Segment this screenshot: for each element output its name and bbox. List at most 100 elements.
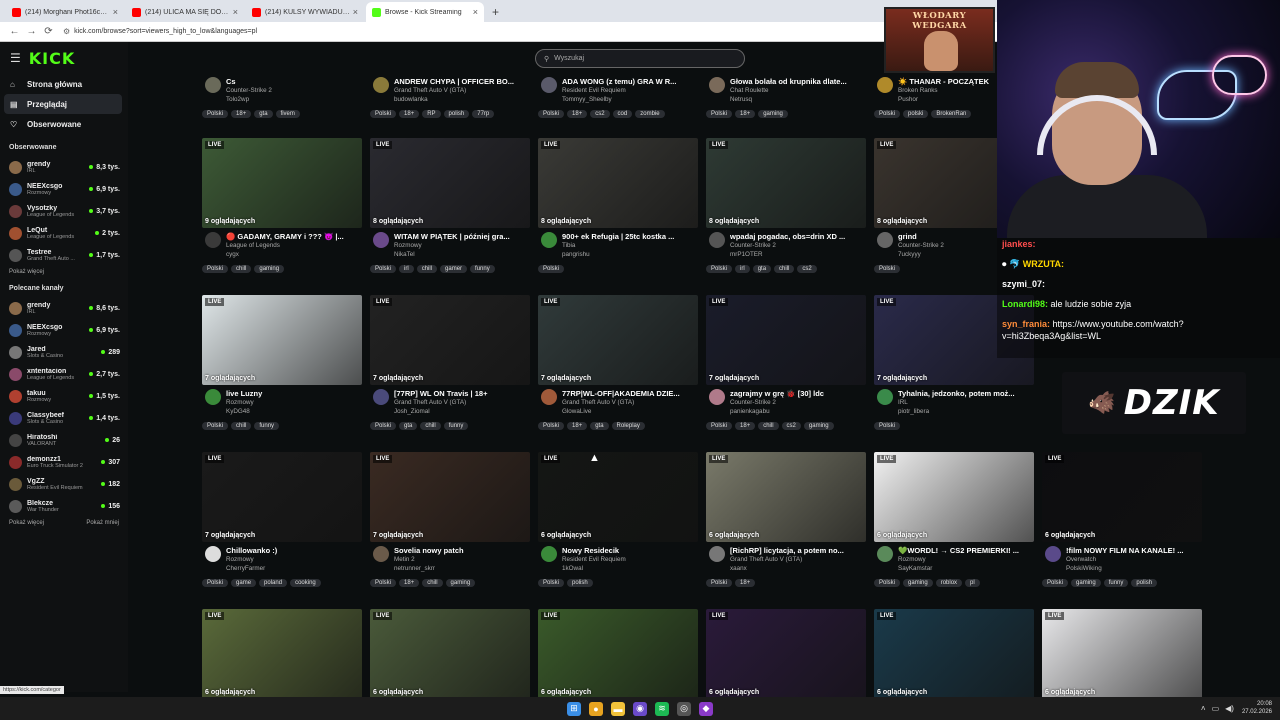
tag-chip[interactable]: Polski [370, 579, 397, 587]
stream-card[interactable]: LIVE 7 oglądających Sovelia nowy patch Meti… [370, 452, 530, 587]
close-icon[interactable]: × [473, 7, 478, 17]
tag-chip[interactable]: funny [470, 265, 495, 273]
channel-item[interactable]: takuu Rozmowy 1,5 tys. [0, 385, 128, 407]
close-icon[interactable]: × [113, 7, 118, 17]
tag-chip[interactable]: gaming [903, 579, 933, 587]
stream-title[interactable]: ANDREW CHYPA | OFFICER BO... [394, 77, 530, 87]
stream-card[interactable]: LIVE 7 oglądających 77RP|WL-OFF|AKADEMIA D… [538, 295, 698, 430]
chrome-icon[interactable]: ● [589, 701, 603, 716]
app-icon[interactable]: ◆ [699, 701, 713, 716]
stream-card[interactable]: ADA WONG (z temu) GRA W R... Resident Evi… [538, 73, 698, 118]
clock[interactable]: 20:08 27.02.2026 [1242, 700, 1272, 716]
tag-chip[interactable]: funny [254, 422, 280, 430]
stream-thumbnail[interactable]: LIVE 9 oglądających [202, 138, 362, 228]
stream-thumbnail[interactable]: LIVE 6 oglądających [1042, 609, 1202, 699]
stream-thumbnail[interactable]: LIVE 6 oglądających [1042, 452, 1202, 542]
channel-item[interactable]: Vysotzky League of Legends 3,7 tys. [0, 200, 128, 222]
stream-thumbnail[interactable]: LIVE 7 oglądających [202, 295, 362, 385]
avatar[interactable] [1045, 546, 1061, 562]
stream-card[interactable]: LIVE 8 oglądających wpadaj pogadac, obs=dr… [706, 138, 866, 273]
tag-chip[interactable]: cod [612, 110, 633, 118]
stream-username[interactable]: CherryFarmer [226, 565, 362, 574]
channel-item[interactable]: Hiratoshi VALORANT 26 [0, 429, 128, 451]
tag-chip[interactable]: gaming [445, 579, 476, 587]
tag-chip[interactable]: cs2 [797, 265, 817, 273]
tag-chip[interactable]: 77rp [472, 110, 495, 118]
tag-chip[interactable]: irl [399, 265, 414, 273]
tag-chip[interactable]: 18+ [399, 110, 420, 118]
stream-username[interactable]: Tommyy_Sheelby [562, 96, 698, 105]
site-info-icon[interactable]: ⚙ [63, 27, 70, 36]
tag-chip[interactable]: Polski [706, 579, 733, 587]
tag-chip[interactable]: cs2 [590, 110, 610, 118]
network-icon[interactable]: ▭ [1212, 704, 1220, 713]
tag-chip[interactable]: game [231, 579, 257, 587]
stream-category[interactable]: League of Legends [226, 242, 362, 251]
stream-username[interactable]: Josh_Ziomal [394, 408, 530, 417]
search-input[interactable]: ⚲ Wyszukaj [535, 49, 745, 68]
stream-title[interactable]: 🔴 GADAMY, GRAMY i ??? 😈 |... [226, 232, 362, 242]
stream-username[interactable]: budowlanka [394, 96, 530, 105]
tag-chip[interactable]: pl [965, 579, 980, 587]
avatar[interactable] [205, 232, 221, 248]
channel-item[interactable]: NEEXcsgo Rozmowy 6,9 tys. [0, 178, 128, 200]
stream-card[interactable]: LIVE 8 oglądających WITAM W PIĄTEK | późni… [370, 138, 530, 273]
stream-category[interactable]: Grand Theft Auto V (GTA) [730, 556, 866, 565]
tag-chip[interactable]: chill [231, 422, 252, 430]
stream-title[interactable]: 💚WORDL! → CS2 PREMIERKI! ... [898, 546, 1034, 556]
stream-title[interactable]: 900+ ek Refugia | 25tc kostka ... [562, 232, 698, 242]
avatar[interactable] [877, 77, 893, 93]
channel-item[interactable]: Jared Slots & Casino 289 [0, 341, 128, 363]
stream-username[interactable]: panienkagabu [730, 408, 866, 417]
tag-chip[interactable]: Polski [874, 110, 901, 118]
tag-chip[interactable]: Polski [706, 110, 733, 118]
chevron-up-icon[interactable]: ˄ [1201, 704, 1206, 713]
stream-card[interactable]: LIVE 6 oglądających !film NOWY FILM NA KAN… [1042, 452, 1202, 587]
stream-thumbnail[interactable]: LIVE 6 oglądających [538, 609, 698, 699]
stream-title[interactable]: [77RP] WL ON Travis | 18+ [394, 389, 530, 399]
menu-icon[interactable]: ☰ [10, 51, 21, 65]
recommended-show-more-link[interactable]: Pokaż więcej [9, 520, 44, 526]
stream-username[interactable]: 1kOwal [562, 565, 698, 574]
stream-username[interactable]: GlowaLive [562, 408, 698, 417]
tag-chip[interactable]: 18+ [735, 422, 756, 430]
menu-item-2[interactable]: ♡ Obserwowane [0, 114, 122, 134]
browser-tab[interactable]: (214) KULSY WYWIADU Z MA× [246, 2, 364, 22]
stream-card[interactable]: Cs Counter-Strike 2 Tolo2wp Polski 18+ gta fiv… [202, 73, 362, 118]
tag-chip[interactable]: Polski [874, 579, 901, 587]
stream-card[interactable]: LIVE 6 oglądających [370, 609, 530, 699]
avatar[interactable] [877, 232, 893, 248]
browser-tab[interactable]: (214) ULICA MA SIĘ DOBRZE ?× [126, 2, 244, 22]
tag-chip[interactable]: Polski [202, 265, 229, 273]
tag-chip[interactable]: 18+ [567, 422, 588, 430]
stream-thumbnail[interactable]: LIVE 8 oglądających [706, 138, 866, 228]
tag-chip[interactable]: chill [774, 265, 795, 273]
stream-card[interactable]: LIVE 6 oglądających Nowy Residecik Resident… [538, 452, 698, 587]
stream-title[interactable]: Tyhalnia, jedzonko, potem moż... [898, 389, 1034, 399]
stream-card[interactable]: ANDREW CHYPA | OFFICER BO... Grand Theft … [370, 73, 530, 118]
stream-category[interactable]: Rozmowy [226, 556, 362, 565]
stream-category[interactable]: Grand Theft Auto V (GTA) [394, 399, 530, 408]
tag-chip[interactable]: gta [399, 422, 418, 430]
tag-chip[interactable]: gaming [1071, 579, 1101, 587]
obs-icon[interactable]: ◎ [677, 701, 691, 716]
avatar[interactable] [877, 389, 893, 405]
stream-username[interactable]: KyDG48 [226, 408, 362, 417]
tag-chip[interactable]: 18+ [399, 579, 420, 587]
tag-chip[interactable]: irl [735, 265, 750, 273]
tag-chip[interactable]: cooking [290, 579, 321, 587]
volume-icon[interactable]: ◀) [1225, 704, 1234, 713]
channel-item[interactable]: xntentacion League of Legends 2,7 tys. [0, 363, 128, 385]
kick-logo[interactable]: KICK [29, 49, 76, 68]
menu-item-1[interactable]: ▤ Przeglądaj [4, 94, 122, 114]
stream-card[interactable]: LIVE 6 oglądających [202, 609, 362, 699]
tag-chip[interactable]: 18+ [735, 110, 756, 118]
stream-title[interactable]: live Luzny [226, 389, 362, 399]
avatar[interactable] [373, 232, 389, 248]
stream-thumbnail[interactable]: LIVE 6 oglądających [538, 452, 698, 542]
tag-chip[interactable]: Roleplay [611, 422, 645, 430]
address-field[interactable]: ⚙ kick.com/browse?sort=viewers_high_to_l… [63, 27, 257, 36]
stream-thumbnail[interactable]: LIVE 6 oglądających [202, 609, 362, 699]
tag-chip[interactable]: polish [567, 579, 593, 587]
stream-username[interactable]: NikaTel [394, 251, 530, 260]
